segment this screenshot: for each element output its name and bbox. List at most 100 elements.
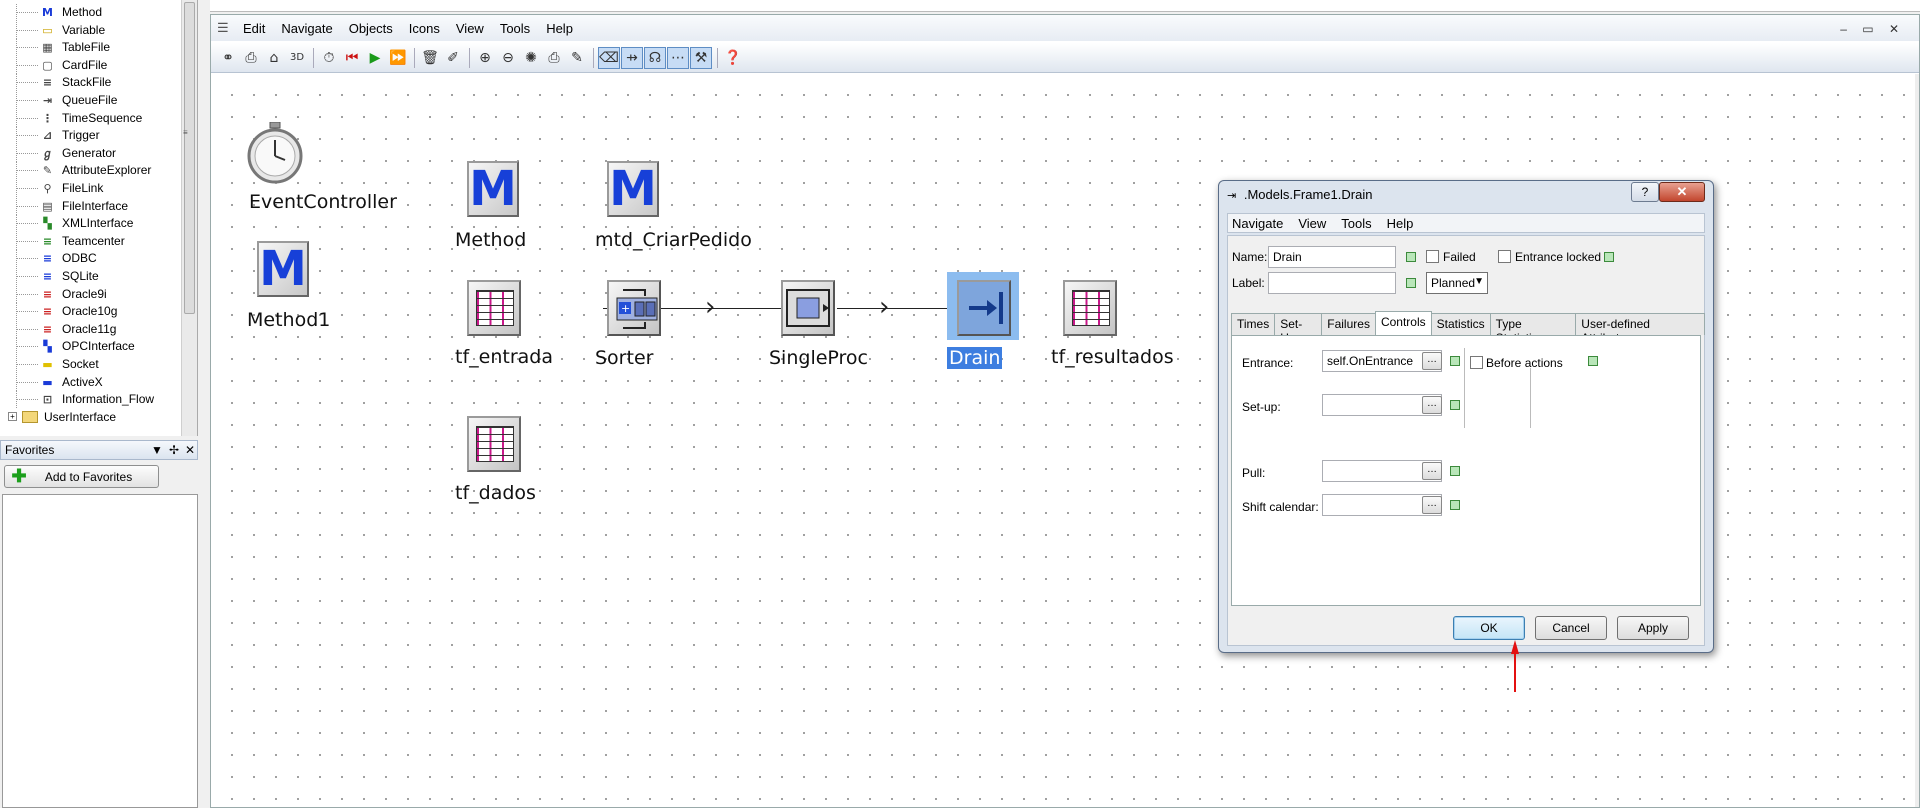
- tf-resultados-object[interactable]: [1063, 280, 1117, 336]
- tab-statistics[interactable]: Statistics: [1430, 313, 1491, 335]
- tree-item[interactable]: ≡ ODBC: [0, 250, 182, 268]
- menu-navigate[interactable]: Navigate: [281, 21, 332, 36]
- menu-view[interactable]: View: [456, 21, 484, 36]
- entrance-browse-button[interactable]: …: [1422, 352, 1442, 370]
- tree-scrollbar-thumb[interactable]: [184, 2, 195, 314]
- shift-calendar-inherit-toggle[interactable]: [1450, 500, 1460, 510]
- entrance-locked-checkbox[interactable]: [1498, 250, 1511, 263]
- connector-icon[interactable]: ⇸: [621, 46, 643, 69]
- tree-item[interactable]: ≡ Oracle9i: [0, 285, 182, 303]
- dialog-help-button[interactable]: ?: [1631, 182, 1659, 202]
- menu-tools[interactable]: Tools: [500, 21, 530, 36]
- tree-item[interactable]: ▤ FileInterface: [0, 197, 182, 215]
- dialog-close-button[interactable]: ✕: [1659, 182, 1705, 202]
- dialog-title-bar[interactable]: ⇥ .Models.Frame1.Drain: [1227, 187, 1372, 202]
- entrance-inherit-toggle[interactable]: [1450, 356, 1460, 366]
- tree-item[interactable]: ≡ Teamcenter: [0, 232, 182, 250]
- pull-browse-button[interactable]: …: [1422, 462, 1442, 480]
- sorter-object[interactable]: +: [607, 280, 661, 336]
- menu-help[interactable]: Help: [546, 21, 573, 36]
- tree-item[interactable]: ▚ OPCInterface: [0, 338, 182, 356]
- canvas-scrollbar[interactable]: [1915, 74, 1919, 807]
- dialog-menu-help[interactable]: Help: [1387, 216, 1414, 231]
- zoom-in-icon[interactable]: ⊕: [474, 47, 496, 69]
- help-icon[interactable]: ❓: [722, 47, 744, 69]
- zoom-out-icon[interactable]: ⊖: [497, 47, 519, 69]
- expand-plus-icon[interactable]: +: [8, 411, 17, 421]
- tab-user-defined-attributes[interactable]: User-defined Attributes: [1575, 313, 1705, 345]
- mtd-criar-pedido-object[interactable]: M: [607, 161, 659, 217]
- before-actions-checkbox[interactable]: [1470, 356, 1483, 369]
- dialog-menu-navigate[interactable]: Navigate: [1232, 216, 1283, 231]
- tab-failures[interactable]: Failures: [1321, 313, 1376, 335]
- open-icon[interactable]: ⎙: [240, 47, 262, 69]
- favorites-list[interactable]: [2, 494, 198, 808]
- tree-item[interactable]: ▢ CardFile: [0, 56, 182, 74]
- shift-calendar-browse-button[interactable]: …: [1422, 496, 1442, 514]
- tab-type-statistics[interactable]: Type Statistics: [1489, 313, 1577, 345]
- print-icon[interactable]: ⎙: [543, 47, 565, 69]
- play-icon[interactable]: ▶: [364, 47, 386, 69]
- setup-inherit-toggle[interactable]: [1450, 400, 1460, 410]
- planned-select[interactable]: Planned ▼: [1426, 272, 1488, 294]
- add-to-favorites-button[interactable]: ✚ Add to Favorites: [4, 465, 159, 488]
- panel-splitter[interactable]: [198, 0, 210, 808]
- menu-icons[interactable]: Icons: [409, 21, 440, 36]
- zoom-fit-icon[interactable]: ✺: [520, 47, 542, 69]
- dialog-menu-tools[interactable]: Tools: [1341, 216, 1371, 231]
- drain-object[interactable]: [957, 280, 1011, 336]
- menu-edit[interactable]: Edit: [243, 21, 265, 36]
- binoculars-icon[interactable]: ⚭: [217, 47, 239, 69]
- 3d-icon[interactable]: 3D: [286, 47, 308, 69]
- tree-folder-userinterface[interactable]: + UserInterface: [0, 409, 182, 426]
- pin-icon[interactable]: ✢: [169, 443, 179, 457]
- frame-menu-icon[interactable]: ☰: [217, 20, 235, 36]
- stopwatch-icon[interactable]: ⏱: [318, 47, 340, 69]
- tree-item[interactable]: M Method: [0, 4, 182, 21]
- tree-item[interactable]: ▬ Socket: [0, 356, 182, 373]
- fast-forward-icon[interactable]: ⏩: [387, 47, 409, 69]
- comment-icon[interactable]: ☊: [644, 46, 666, 69]
- entrance-locked-inherit-toggle[interactable]: [1604, 252, 1614, 262]
- tree-item[interactable]: ▦ TableFile: [0, 39, 182, 57]
- tree-item[interactable]: ℊ Generator: [0, 144, 182, 162]
- name-input[interactable]: Drain: [1268, 246, 1396, 268]
- tab-controls[interactable]: Controls: [1374, 311, 1432, 335]
- tree-item[interactable]: ≡ StackFile: [0, 74, 182, 92]
- method1-object[interactable]: M: [257, 241, 309, 297]
- dropdown-arrow-icon[interactable]: ▼: [151, 443, 163, 457]
- tab-times[interactable]: Times: [1231, 313, 1276, 335]
- label-inherit-toggle[interactable]: [1406, 278, 1416, 288]
- close-icon[interactable]: ✕: [185, 443, 195, 457]
- tools-icon[interactable]: ⚒: [690, 46, 712, 69]
- name-inherit-toggle[interactable]: [1406, 252, 1416, 262]
- tree-item[interactable]: ≡ SQLite: [0, 268, 182, 285]
- tree-scrollbar[interactable]: ≡: [181, 0, 197, 436]
- pencil-icon[interactable]: ✎: [566, 47, 588, 69]
- pull-inherit-toggle[interactable]: [1450, 466, 1460, 476]
- tab-set-up[interactable]: Set-Up: [1274, 313, 1323, 345]
- reset-icon[interactable]: ⏮: [341, 47, 363, 69]
- menu-objects[interactable]: Objects: [349, 21, 393, 36]
- grid-icon[interactable]: ⋯: [667, 46, 689, 69]
- before-actions-inherit-toggle[interactable]: [1588, 356, 1598, 366]
- home-icon[interactable]: ⌂: [263, 47, 285, 69]
- single-proc-object[interactable]: [781, 280, 835, 336]
- tree-item[interactable]: ⚲ FileLink: [0, 180, 182, 197]
- tree-item[interactable]: ≡ Oracle10g: [0, 303, 182, 321]
- dialog-menu-view[interactable]: View: [1298, 216, 1326, 231]
- window-controls[interactable]: – ▭ ✕: [1840, 22, 1905, 36]
- ok-button[interactable]: OK: [1453, 616, 1525, 640]
- tree-item[interactable]: ▬ ActiveX: [0, 373, 182, 391]
- failed-checkbox[interactable]: [1426, 250, 1439, 263]
- tree-item[interactable]: ⋮ TimeSequence: [0, 109, 182, 127]
- tf-dados-object[interactable]: [467, 416, 521, 472]
- delete-icon[interactable]: 🗑: [419, 47, 441, 69]
- broom-icon[interactable]: ✐: [442, 47, 464, 69]
- tree-item[interactable]: ⇥ QueueFile: [0, 92, 182, 109]
- tree-item[interactable]: ≡ Oracle11g: [0, 320, 182, 338]
- cancel-button[interactable]: Cancel: [1535, 616, 1607, 640]
- label-input[interactable]: [1268, 272, 1396, 294]
- tree-item[interactable]: ▚ XMLInterface: [0, 215, 182, 233]
- apply-button[interactable]: Apply: [1617, 616, 1689, 640]
